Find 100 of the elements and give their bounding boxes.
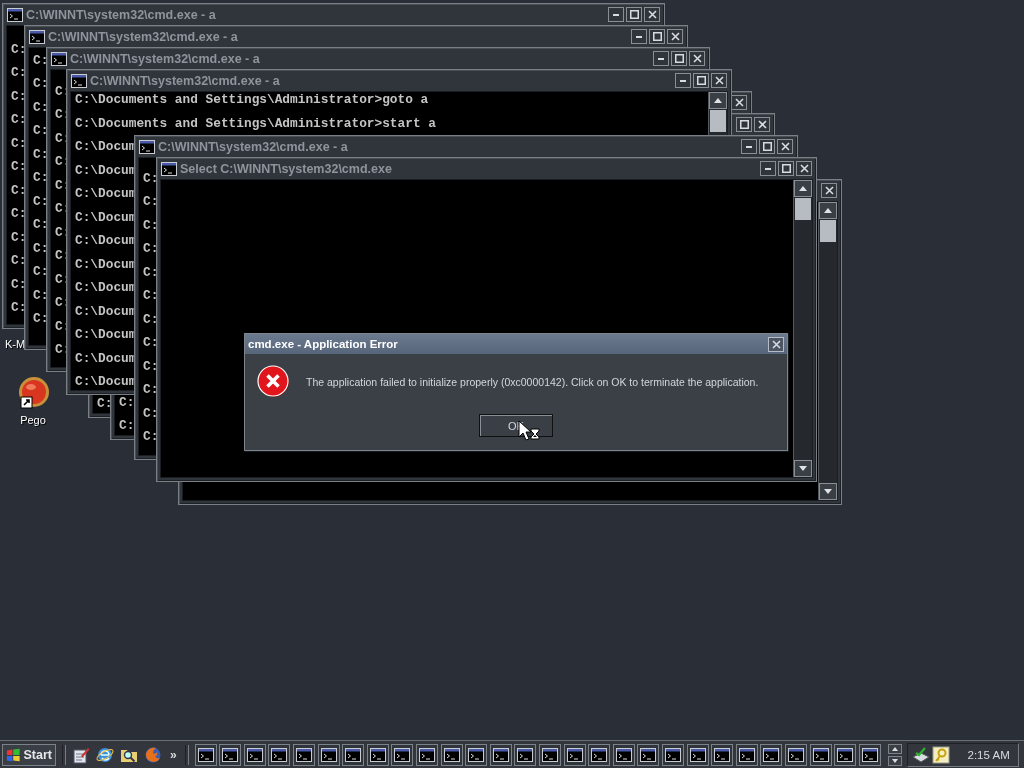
scroll-down-button[interactable] bbox=[887, 755, 902, 766]
console-line: C: bbox=[33, 240, 49, 257]
scroll-up-button[interactable] bbox=[794, 180, 812, 197]
taskbar-button[interactable] bbox=[637, 743, 660, 766]
taskbar-button[interactable] bbox=[858, 743, 881, 766]
taskbar-button[interactable] bbox=[342, 743, 365, 766]
taskbar-button[interactable] bbox=[268, 743, 291, 766]
window-title: C:\WINNT\system32\cmd.exe - a bbox=[26, 7, 216, 22]
taskbar-button[interactable] bbox=[539, 743, 561, 766]
console-line: C:\Docum bbox=[75, 374, 137, 390]
globe-icon[interactable] bbox=[96, 745, 114, 764]
close-button[interactable] bbox=[711, 73, 727, 88]
console-icon bbox=[615, 747, 632, 762]
console-icon bbox=[738, 747, 755, 762]
close-button[interactable] bbox=[754, 117, 770, 132]
scroll-down-button[interactable] bbox=[819, 483, 837, 500]
taskbar-button[interactable] bbox=[465, 743, 488, 766]
up-arrow-icon bbox=[714, 98, 722, 103]
taskbar-button[interactable] bbox=[416, 743, 439, 766]
taskbar-button[interactable] bbox=[440, 743, 463, 766]
scrollbar[interactable] bbox=[793, 180, 812, 477]
scrollbar[interactable] bbox=[818, 202, 837, 500]
maximize-button[interactable] bbox=[671, 51, 687, 66]
maximize-button[interactable] bbox=[759, 139, 775, 154]
console-line: C: bbox=[119, 394, 135, 411]
taskbar-button[interactable] bbox=[194, 743, 217, 766]
close-button[interactable] bbox=[821, 183, 837, 198]
notepad-icon[interactable] bbox=[72, 745, 90, 764]
taskbar-button[interactable] bbox=[317, 743, 340, 766]
taskbar-button[interactable] bbox=[711, 743, 734, 766]
console-line: C: bbox=[11, 253, 27, 269]
minimize-button[interactable] bbox=[760, 161, 776, 176]
scroll-thumb[interactable] bbox=[710, 110, 726, 132]
taskbar-button[interactable] bbox=[391, 743, 414, 766]
scroll-up-button[interactable] bbox=[887, 743, 902, 754]
fox-globe-icon[interactable] bbox=[144, 745, 162, 764]
scroll-down-button[interactable] bbox=[794, 460, 812, 477]
taskbar-button[interactable] bbox=[514, 743, 537, 766]
scroll-thumb[interactable] bbox=[820, 220, 836, 242]
scroll-up-button[interactable] bbox=[709, 92, 727, 109]
taskbar-button[interactable] bbox=[366, 743, 389, 766]
shortcut-orb-icon[interactable] bbox=[16, 376, 50, 410]
minimize-icon bbox=[658, 57, 664, 60]
close-button[interactable] bbox=[768, 336, 784, 352]
taskbar-button[interactable] bbox=[489, 743, 512, 766]
close-button[interactable] bbox=[796, 161, 812, 176]
console-icon bbox=[394, 747, 411, 762]
key-icon[interactable] bbox=[931, 745, 950, 764]
icon-label[interactable]: Pego bbox=[20, 414, 46, 426]
network-icon[interactable] bbox=[911, 745, 930, 764]
taskbar-button[interactable] bbox=[784, 743, 807, 766]
taskbar-button[interactable] bbox=[219, 743, 242, 766]
icon-label[interactable]: K-M bbox=[5, 338, 26, 350]
taskbar-button[interactable] bbox=[834, 743, 857, 766]
clock[interactable]: 2:15 AM bbox=[967, 748, 1014, 761]
taskbar-button[interactable] bbox=[293, 743, 316, 766]
console-icon bbox=[517, 747, 534, 762]
scroll-up-button[interactable] bbox=[819, 202, 837, 219]
console-icon bbox=[492, 747, 509, 762]
taskbar-button[interactable] bbox=[735, 743, 758, 766]
console-icon bbox=[689, 747, 706, 762]
minimize-button[interactable] bbox=[631, 29, 647, 44]
console-icon bbox=[139, 139, 155, 154]
taskbar-button[interactable] bbox=[563, 743, 586, 766]
close-icon bbox=[734, 98, 744, 107]
console-line: C:\Docum bbox=[75, 162, 137, 179]
taskbar-button[interactable] bbox=[588, 743, 611, 766]
maximize-button[interactable] bbox=[626, 7, 642, 22]
console-line: C: bbox=[33, 99, 49, 116]
start-button[interactable]: Start bbox=[2, 743, 56, 766]
close-button[interactable] bbox=[644, 7, 660, 22]
console-line: C: bbox=[33, 217, 49, 233]
taskbar-button[interactable] bbox=[809, 743, 832, 766]
maximize-button[interactable] bbox=[736, 117, 752, 132]
minimize-icon bbox=[613, 13, 619, 16]
minimize-button[interactable] bbox=[653, 51, 669, 66]
close-icon bbox=[780, 142, 790, 151]
minimize-button[interactable] bbox=[608, 7, 624, 22]
taskbar-button[interactable] bbox=[243, 743, 266, 766]
console-icon bbox=[664, 747, 681, 762]
console-line: C: bbox=[11, 135, 27, 152]
taskbar-button[interactable] bbox=[760, 743, 783, 766]
taskbar-button[interactable] bbox=[661, 743, 684, 766]
close-button[interactable] bbox=[689, 51, 705, 66]
taskbar-button[interactable] bbox=[686, 743, 709, 766]
close-button[interactable] bbox=[667, 29, 683, 44]
scroll-thumb[interactable] bbox=[795, 198, 811, 220]
console-line: C: bbox=[11, 229, 27, 246]
maximize-icon bbox=[781, 164, 791, 173]
down-arrow-icon bbox=[799, 466, 807, 471]
maximize-button[interactable] bbox=[778, 161, 794, 176]
close-button[interactable] bbox=[777, 139, 793, 154]
console-line: C: bbox=[11, 300, 27, 316]
minimize-button[interactable] bbox=[741, 139, 757, 154]
taskbar-button[interactable] bbox=[612, 743, 635, 766]
maximize-button[interactable] bbox=[693, 73, 709, 88]
maximize-button[interactable] bbox=[649, 29, 665, 44]
more-button[interactable]: » bbox=[168, 747, 179, 762]
console-icon bbox=[296, 747, 313, 762]
minimize-button[interactable] bbox=[675, 73, 691, 88]
